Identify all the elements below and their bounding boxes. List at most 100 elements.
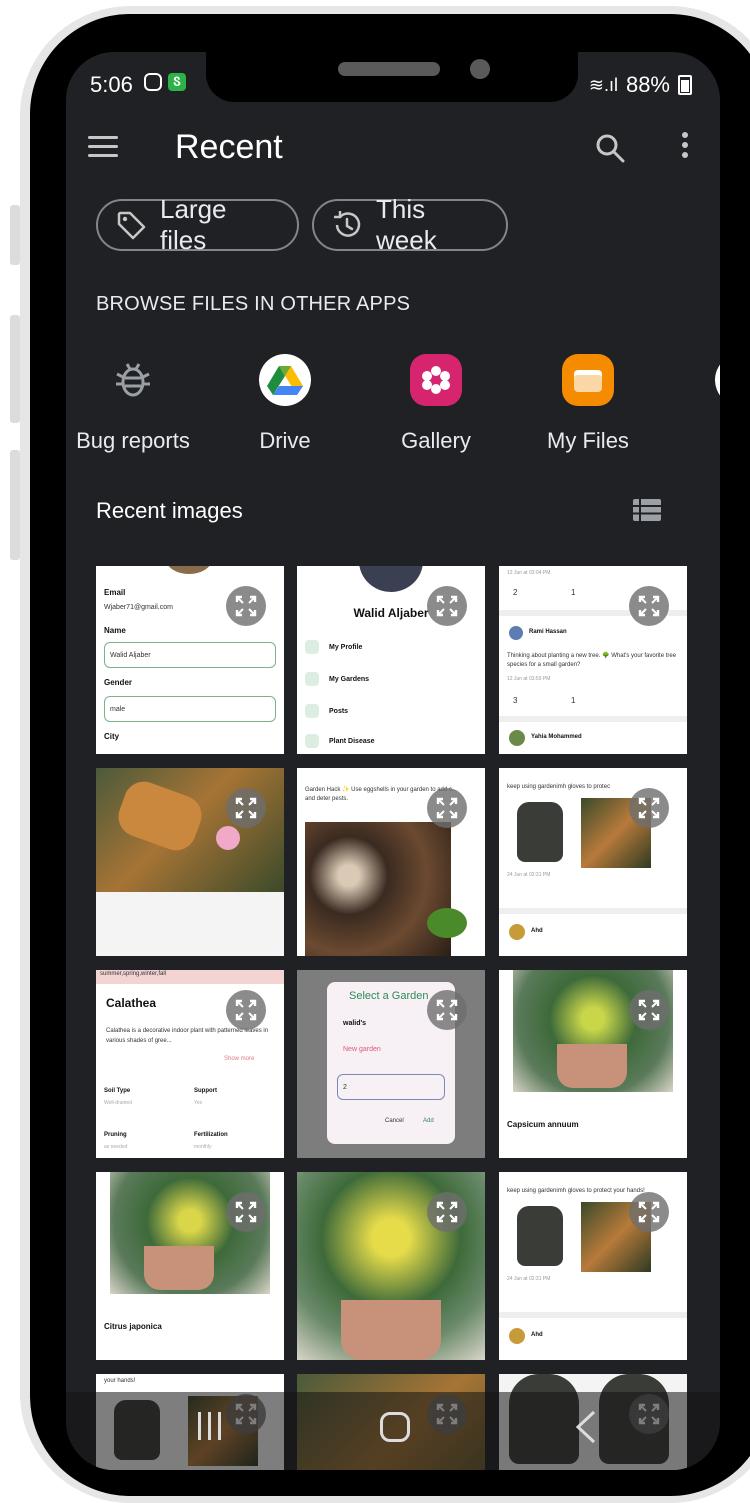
expand-icon[interactable] <box>629 990 669 1030</box>
navigation-bar <box>66 1392 720 1470</box>
post-author: Rami Hassan <box>529 629 567 635</box>
image-tile[interactable] <box>297 1172 485 1360</box>
front-camera <box>470 59 490 79</box>
tag-icon <box>117 211 146 240</box>
expand-icon[interactable] <box>427 586 467 626</box>
post-author: Ahd <box>531 1332 543 1338</box>
image-tile[interactable]: keep using gardenimh gloves to protect y… <box>499 1172 687 1360</box>
app-gallery[interactable]: Gallery <box>361 348 511 454</box>
post-date: 24 Jun at 02:31 PM <box>507 872 551 878</box>
chip-this-week[interactable]: This week <box>312 194 508 255</box>
app-label: Gallery <box>401 428 471 453</box>
onedrive-icon <box>715 354 720 406</box>
home-button[interactable] <box>380 1412 410 1442</box>
soil-label: Soil Type <box>104 1088 131 1094</box>
pruning-value: as needed <box>104 1144 128 1150</box>
post-date: 24 Jun at 02:31 PM <box>507 1276 551 1282</box>
plant-caption: Citrus japonica <box>104 1322 162 1331</box>
image-tile[interactable]: Email Wjaber71@gmail.com Name Walid Alja… <box>96 566 284 754</box>
plant-name: Calathea <box>106 996 157 1010</box>
support-label: Support <box>194 1088 217 1094</box>
likes-count: 2 <box>513 588 518 597</box>
city-label: City <box>104 732 120 741</box>
image-tile[interactable]: Walid Aljaber My Profile My Gardens Post… <box>297 566 485 754</box>
comments-count: 1 <box>571 696 576 705</box>
battery-percent: 88% <box>625 72 670 97</box>
expand-icon[interactable] <box>226 586 266 626</box>
email-label: Email <box>104 588 126 597</box>
notch <box>206 38 578 102</box>
post-time: 12 Jun at 03:59 PM <box>507 676 551 682</box>
wifi-signal-icon: ≋.ıl <box>588 74 618 95</box>
browse-section-label: BROWSE FILES IN OTHER APPS <box>96 293 411 315</box>
status-notification-icons: Ⴝ <box>144 73 186 91</box>
gender-value: male <box>110 706 126 713</box>
plant-app-icon: Ⴝ <box>168 73 186 91</box>
post-text: Thinking about planting a new tree. 🌳 Wh… <box>507 653 677 668</box>
comments-count: 1 <box>571 588 576 597</box>
post-text: your hands! <box>104 1378 136 1384</box>
drive-icon <box>259 354 311 406</box>
recent-apps-button[interactable] <box>198 1412 224 1442</box>
app-label: On <box>666 428 720 454</box>
power-button <box>10 450 20 560</box>
show-more-link: Show more <box>224 1056 255 1062</box>
expand-icon[interactable] <box>427 1192 467 1232</box>
image-tile[interactable]: Citrus japonica <box>96 1172 284 1360</box>
app-onedrive[interactable]: On <box>666 348 720 454</box>
menu-item: My Gardens <box>329 676 370 683</box>
volume-up-button <box>10 205 20 265</box>
volume-down-button <box>10 315 20 423</box>
image-tile[interactable] <box>96 768 284 956</box>
expand-icon[interactable] <box>629 586 669 626</box>
chip-large-files-label: Large files <box>160 194 227 255</box>
email-value: Wjaber71@gmail.com <box>104 604 173 611</box>
expand-icon[interactable] <box>226 990 266 1030</box>
list-view-icon[interactable] <box>632 498 662 522</box>
app-bug-reports[interactable]: Bug reports <box>66 348 208 454</box>
menu-item: My Profile <box>329 644 363 651</box>
cancel-button-label: Cancel <box>385 1118 404 1124</box>
folder-icon <box>562 354 614 406</box>
status-time: 5:06 <box>90 72 133 97</box>
post-time: 12 Jun at 03:04 PM <box>507 570 551 576</box>
seasons-text: summer,spring,winter,fall <box>100 971 167 977</box>
history-icon <box>334 211 361 237</box>
app-label: Drive <box>259 428 311 453</box>
image-tile[interactable]: Select a Garden walid's New garden 2 Can… <box>297 970 485 1158</box>
post-text: keep using gardenimh gloves to protec <box>507 784 611 790</box>
speaker <box>338 62 440 76</box>
name-label: Name <box>104 626 126 635</box>
image-tile[interactable]: 12 Jun at 03:04 PM 2 1 Rami Hassan Think… <box>499 566 687 754</box>
menu-item: Plant Disease <box>329 738 375 745</box>
battery-icon <box>678 75 692 95</box>
recent-images-label: Recent images <box>96 498 243 523</box>
image-tile[interactable]: keep using gardenimh gloves to protec 24… <box>499 768 687 956</box>
expand-icon[interactable] <box>427 788 467 828</box>
status-right: ≋.ıl 88% <box>589 72 692 98</box>
image-tile[interactable]: Capsicum annuum <box>499 970 687 1158</box>
post-text: keep using gardenimh gloves to protect y… <box>507 1188 645 1194</box>
app-my-files[interactable]: My Files <box>513 348 663 454</box>
expand-icon[interactable] <box>629 788 669 828</box>
chip-large-files[interactable]: Large files <box>96 194 299 255</box>
expand-icon[interactable] <box>427 990 467 1030</box>
expand-icon[interactable] <box>629 1192 669 1232</box>
menu-item: Posts <box>329 708 349 715</box>
image-tile[interactable]: summer,spring,winter,fall Calathea Calat… <box>96 970 284 1158</box>
post-author: Yahia Mohammed <box>531 734 582 740</box>
expand-icon[interactable] <box>226 788 266 828</box>
hamburger-menu-icon[interactable] <box>88 136 118 158</box>
gallery-icon <box>410 354 462 406</box>
back-button[interactable] <box>574 1410 598 1444</box>
image-tile[interactable]: Garden Hack ✨ Use eggshells in your gard… <box>297 768 485 956</box>
search-icon[interactable] <box>594 132 626 164</box>
garden-option: walid's <box>343 1020 367 1027</box>
fertilization-value: monthly <box>194 1144 212 1150</box>
expand-icon[interactable] <box>226 1192 266 1232</box>
fertilization-label: Fertilization <box>194 1132 228 1138</box>
app-label: Bug reports <box>76 428 190 453</box>
likes-count: 3 <box>513 696 518 705</box>
app-drive[interactable]: Drive <box>210 348 360 454</box>
more-options-icon[interactable] <box>678 132 692 164</box>
